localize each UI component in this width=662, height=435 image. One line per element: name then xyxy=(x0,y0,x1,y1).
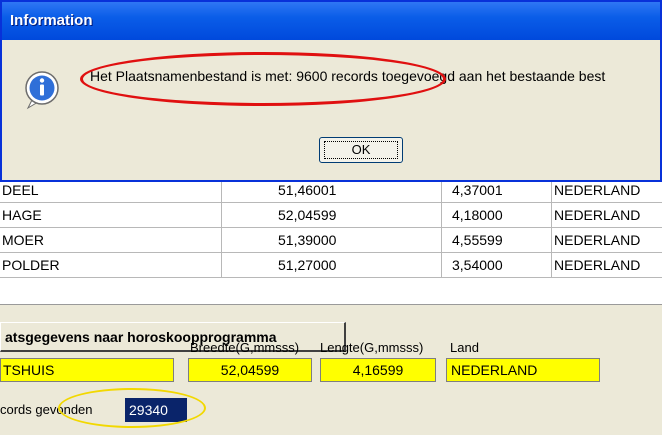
country-cell: NEDERLAND xyxy=(554,232,641,248)
table-row[interactable]: HAGE 52,04599 4,18000 NEDERLAND xyxy=(0,203,662,228)
latitude-cell: 51,27000 xyxy=(222,253,442,277)
country-cell: NEDERLAND xyxy=(554,257,641,273)
place-name-cell: HAGE xyxy=(0,203,222,227)
dialog-titlebar[interactable]: Information xyxy=(2,2,660,40)
lengte-field[interactable]: 4,16599 xyxy=(320,358,436,382)
records-highlight-ellipse xyxy=(58,388,206,428)
screen: DEEL 51,46001 4,37001 NEDERLAND HAGE 52,… xyxy=(0,0,662,435)
place-name-field[interactable]: TSHUIS xyxy=(0,358,174,382)
table-row[interactable]: MOER 51,39000 4,55599 NEDERLAND xyxy=(0,228,662,253)
land-field[interactable]: NEDERLAND xyxy=(446,358,600,382)
breedte-field[interactable]: 52,04599 xyxy=(188,358,312,382)
dialog-title: Information xyxy=(10,12,93,29)
places-grid[interactable]: DEEL 51,46001 4,37001 NEDERLAND HAGE 52,… xyxy=(0,178,662,305)
breedte-label: Breedte(G,mmsss) xyxy=(190,340,300,355)
latitude-cell: 51,39000 xyxy=(222,228,442,252)
longitude-cell: 4,55599 xyxy=(442,228,552,252)
message-highlight-ellipse xyxy=(80,52,446,106)
place-name-cell: POLDER xyxy=(0,253,222,277)
land-label: Land xyxy=(450,340,479,355)
longitude-cell: 4,18000 xyxy=(442,203,552,227)
latitude-cell: 52,04599 xyxy=(222,203,442,227)
focus-rect xyxy=(324,141,398,159)
longitude-cell: 3,54000 xyxy=(442,253,552,277)
country-cell: NEDERLAND xyxy=(554,207,641,223)
lengte-label: Lengte(G,mmsss) xyxy=(320,340,424,355)
table-row[interactable]: POLDER 51,27000 3,54000 NEDERLAND xyxy=(0,253,662,278)
place-name-cell: MOER xyxy=(0,228,222,252)
info-icon xyxy=(25,71,59,110)
information-dialog: Information Het Plaatsnamenbestand is me… xyxy=(0,0,662,182)
ok-button[interactable]: OK xyxy=(319,137,403,163)
